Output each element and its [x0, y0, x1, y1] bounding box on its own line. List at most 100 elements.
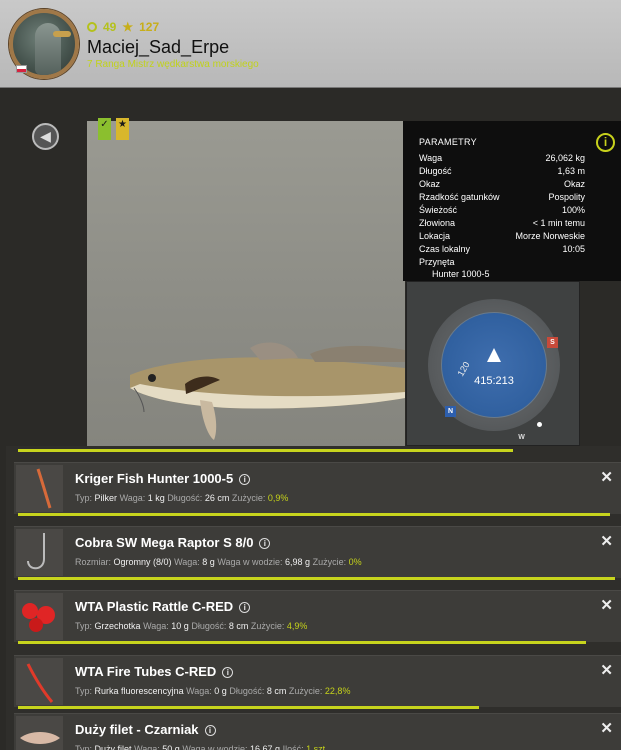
close-icon[interactable]: ✕	[600, 468, 613, 486]
close-icon[interactable]: ✕	[600, 596, 613, 614]
condition-bar	[18, 513, 610, 516]
tackle-details: Typ: Grzechotka Waga: 10 g Długość: 8 cm…	[75, 621, 307, 631]
tackle-detail-label-3: Długość:	[191, 621, 227, 631]
tackle-detail-value-1: Duży filet	[94, 744, 132, 750]
player-direction-arrow-icon	[487, 348, 501, 362]
poland-flag-icon	[16, 65, 27, 73]
tackle-wear-label: Ilość:	[282, 744, 304, 750]
param-bait-value: Hunter 1000-5	[432, 269, 490, 279]
tackle-item[interactable]: WTA Fire Tubes C-RED i Typ: Rurka fluoresc…	[14, 655, 621, 707]
param-value: 10:05	[562, 244, 585, 254]
player-level: 49	[103, 20, 117, 34]
info-icon[interactable]: i	[204, 725, 216, 736]
tackle-detail-value-3: 8 cm	[228, 621, 249, 631]
tackle-detail-label-1: Typ:	[75, 686, 93, 696]
info-icon[interactable]: i	[239, 602, 251, 613]
tackle-wear-label: Zużycie:	[231, 493, 266, 503]
tackle-detail-label-3: Waga w wodzie:	[182, 744, 248, 750]
fish-image	[130, 342, 405, 440]
tackle-wear-value: 0%	[348, 557, 362, 567]
tackle-wear-value: 4,9%	[286, 621, 308, 631]
compass: 415:213 120 S N W	[428, 299, 560, 441]
tackle-detail-label-3: Długość:	[229, 686, 265, 696]
tackle-details: Rozmiar: Ogromny (8/0) Waga: 8 g Waga w …	[75, 557, 362, 567]
close-icon[interactable]: ✕	[600, 719, 613, 737]
param-row: Okaz Okaz	[419, 179, 585, 189]
compass-coords: 415:213	[474, 375, 514, 387]
list-top-bar	[18, 449, 513, 452]
tackle-name: WTA Plastic Rattle C-RED i	[75, 599, 251, 614]
player-username: Maciej_Sad_Erpe	[87, 37, 230, 57]
compass-map	[441, 312, 547, 418]
tackle-item[interactable]: Cobra SW Mega Raptor S 8/0 i Rozmiar: Ogro…	[14, 526, 621, 578]
condition-bar	[18, 641, 586, 644]
info-icon[interactable]: i	[239, 474, 251, 485]
bookmark-tag-green-icon: ✓	[98, 118, 111, 140]
rattle-thumb-icon	[16, 593, 63, 640]
param-label: Lokacja	[419, 231, 451, 241]
tackle-name-text: WTA Fire Tubes C-RED	[75, 664, 217, 679]
param-value: 26,062 kg	[545, 153, 585, 163]
condition-bar	[18, 706, 479, 709]
tackle-item[interactable]: Duży filet - Czarniak i Typ: Duży filet Wa…	[14, 713, 621, 750]
param-label: Przynęta	[419, 257, 455, 267]
tackle-detail-value-2: 8 g	[202, 557, 215, 567]
param-label: Czas lokalny	[419, 244, 471, 254]
tackle-wear-label: Zużycie:	[288, 686, 323, 696]
tackle-item[interactable]: Kriger Fish Hunter 1000-5 i Typ: Pilker Wa…	[14, 462, 621, 514]
close-icon[interactable]: ✕	[600, 661, 613, 679]
info-icon[interactable]: i	[259, 538, 271, 549]
compass-west: W	[518, 434, 525, 441]
tackle-name-text: WTA Plastic Rattle C-RED	[75, 599, 234, 614]
player-rank: 7 Ranga Mistrz wędkarstwa morskiego	[87, 59, 259, 70]
param-row: Rzadkość gatunków Pospolity	[419, 192, 585, 202]
tackle-detail-label-2: Waga:	[174, 557, 200, 567]
condition-bar	[18, 577, 615, 580]
tackle-detail-value-1: Pilker	[94, 493, 118, 503]
back-arrow-icon[interactable]: ◀	[32, 123, 59, 150]
tackle-details: Typ: Pilker Waga: 1 kg Długość: 26 cm Zu…	[75, 493, 288, 503]
tackle-detail-label-3: Waga w wodzie:	[217, 557, 283, 567]
info-icon[interactable]: i	[222, 667, 234, 678]
tackle-detail-value-1: Rurka fluorescencyjna	[94, 686, 184, 696]
param-value: < 1 min temu	[532, 218, 585, 228]
tackle-name-text: Duży filet - Czarniak	[75, 722, 199, 737]
param-value: Pospolity	[548, 192, 585, 202]
tackle-detail-label-2: Waga:	[143, 621, 169, 631]
tackle-wear-label: Zużycie:	[250, 621, 285, 631]
tackle-detail-value-3: 16,67 g	[250, 744, 281, 750]
param-label: Złowiona	[419, 218, 456, 228]
tackle-name: Duży filet - Czarniak i	[75, 722, 216, 737]
tackle-detail-label-2: Waga:	[134, 744, 160, 750]
tackle-detail-label-2: Waga:	[186, 686, 212, 696]
tackle-details: Typ: Rurka fluorescencyjna Waga: 0 g Dłu…	[75, 686, 350, 696]
tackle-name-text: Kriger Fish Hunter 1000-5	[75, 471, 234, 486]
param-value: 100%	[561, 205, 585, 215]
tackle-item[interactable]: WTA Plastic Rattle C-RED i Typ: Grzechotka…	[14, 590, 621, 642]
bookmark-tag-star-icon: ★	[116, 118, 129, 140]
tackle-details: Typ: Duży filet Waga: 50 g Waga w wodzie…	[75, 744, 325, 750]
compass-minimap[interactable]: 415:213 120 S N W	[406, 281, 580, 446]
param-label: Okaz	[419, 179, 441, 189]
param-row: Waga 26,062 kg	[419, 153, 585, 163]
parameters-title: PARAMETRY	[419, 137, 477, 147]
tackle-detail-value-2: 50 g	[162, 744, 180, 750]
param-row: Lokacja Morze Norweskie	[419, 231, 585, 241]
tackle-detail-label-1: Rozmiar:	[75, 557, 112, 567]
param-row: Długość 1,63 m	[419, 166, 585, 176]
player-stats: 49 ★ 127	[87, 20, 159, 34]
tackle-name: Kriger Fish Hunter 1000-5 i	[75, 471, 251, 486]
compass-south: S	[547, 337, 558, 348]
tackle-detail-label-1: Typ:	[75, 744, 93, 750]
param-row: Świeżość 100%	[419, 205, 585, 215]
close-icon[interactable]: ✕	[600, 532, 613, 550]
tackle-name-text: Cobra SW Mega Raptor S 8/0	[75, 535, 254, 550]
tackle-wear-value: 22,8%	[324, 686, 351, 696]
star-icon: ★	[122, 20, 134, 34]
compass-dot-icon	[537, 422, 542, 427]
lure-thumb-icon	[16, 465, 63, 512]
info-icon[interactable]: i	[596, 133, 615, 152]
tackle-detail-value-2: 0 g	[214, 686, 227, 696]
tackle-name: WTA Fire Tubes C-RED i	[75, 664, 234, 679]
compass-north: N	[445, 406, 456, 417]
